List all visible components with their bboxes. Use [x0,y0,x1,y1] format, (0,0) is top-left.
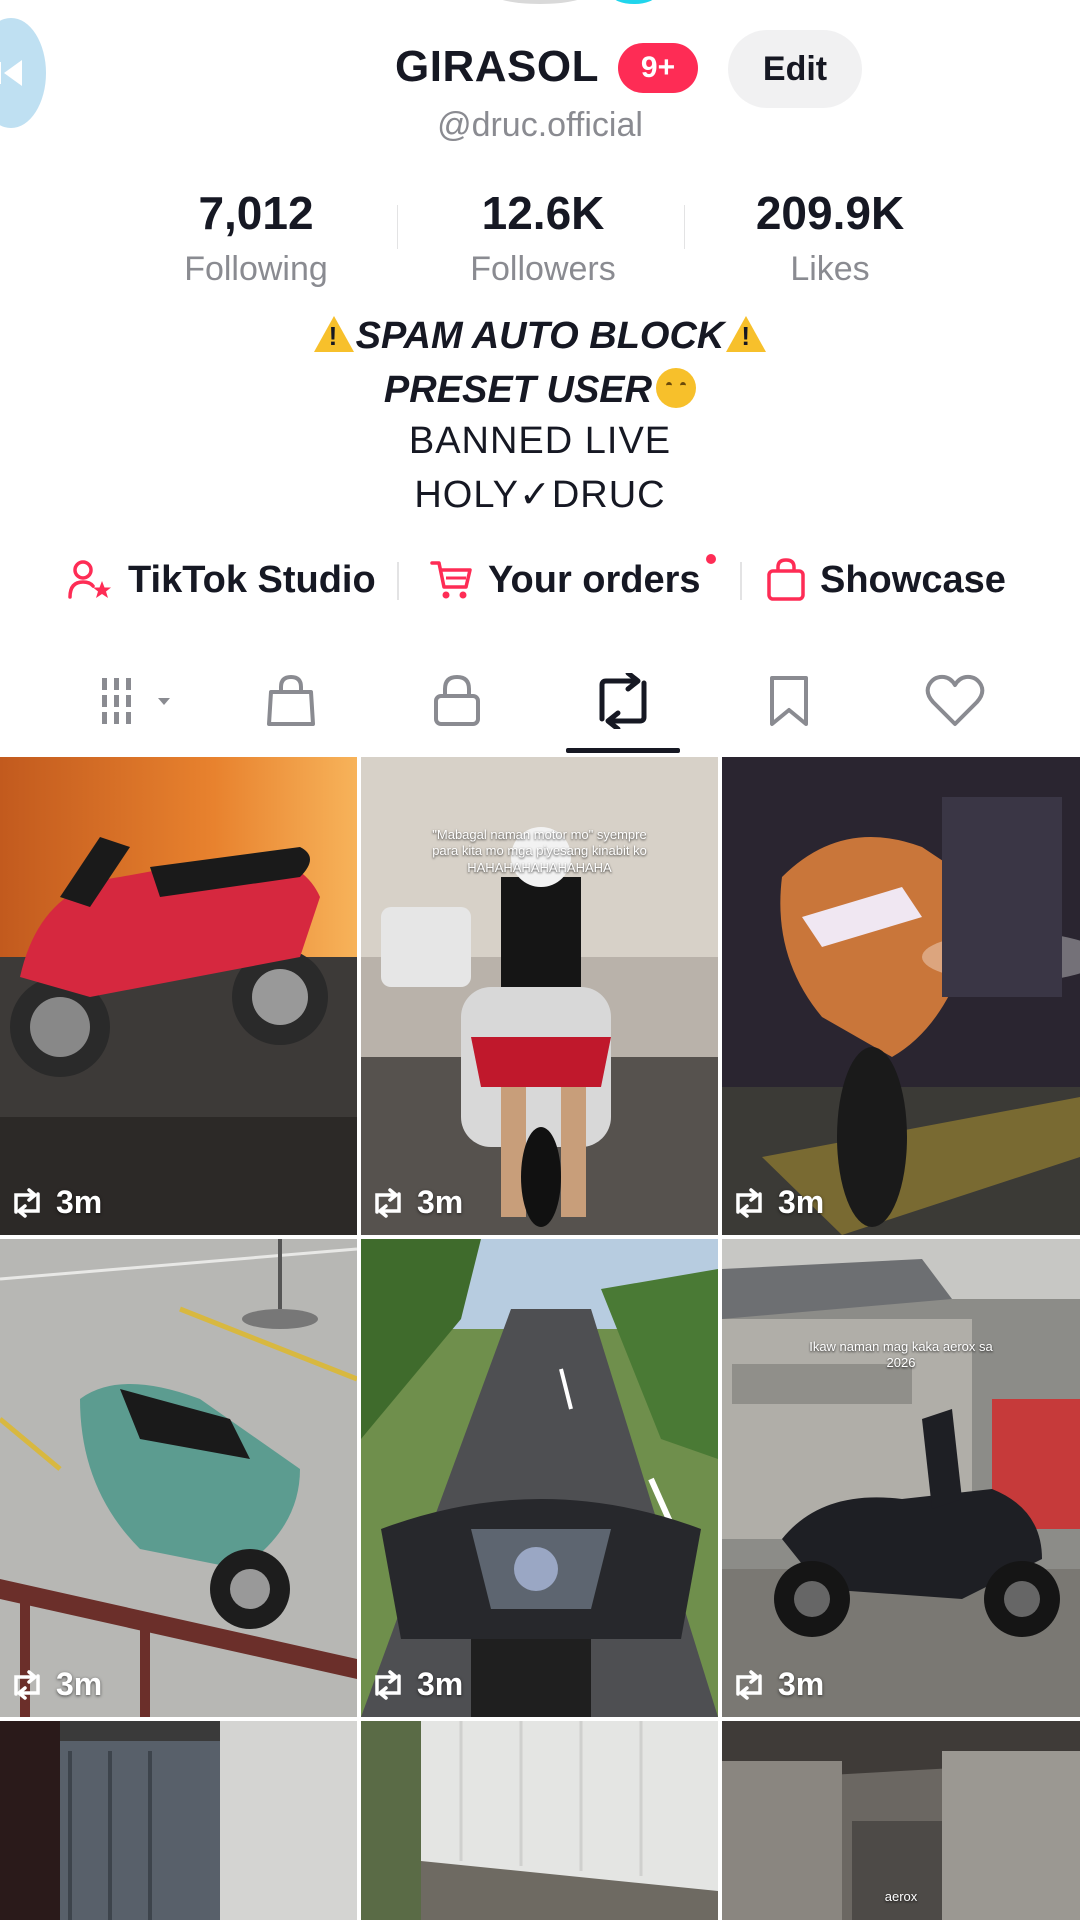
warning-icon [726,316,767,352]
edit-profile-button[interactable]: Edit [728,30,862,108]
skip-back-icon [0,60,22,86]
your-orders-link[interactable]: Your orders [430,552,701,608]
your-orders-label: Your orders [488,558,701,601]
repost-duration-label: 3m [778,1666,825,1702]
bag-icon [267,674,315,726]
stat-followers-label: Followers [470,250,616,288]
showcase-label: Showcase [820,558,1006,601]
video-thumbnail[interactable]: Ikaw naman mag kaka aerox sa 2026 3m [722,1239,1080,1717]
repost-duration: 3m [10,1666,102,1703]
profile-handle: @druc.official [437,106,643,144]
white-wall-image [361,1721,718,1920]
bio-line-1-text: SPAM AUTO BLOCK [355,315,725,357]
profile-name: GIRASOL [395,42,599,91]
red-scooter-image [0,757,357,1235]
video-thumbnail[interactable]: 3m [0,757,357,1235]
orange-scooter-night-image [722,757,1080,1235]
showcase-link[interactable]: Showcase [766,552,1006,608]
black-scooter-image [722,1239,1080,1717]
stat-following-value: 7,012 [198,187,314,239]
stat-likes-label: Likes [790,250,870,288]
kissing-face-emoji-icon [656,368,697,408]
tab-reposts[interactable] [578,666,668,736]
repost-duration-label: 3m [417,1184,464,1220]
stat-following[interactable]: 7,012 Following [116,190,396,289]
repost-duration-label: 3m [56,1184,103,1220]
video-thumbnail[interactable] [361,1721,718,1920]
lock-icon [434,674,480,726]
link-divider [397,562,399,600]
person-star-icon [68,560,111,599]
repost-duration-label: 3m [56,1666,103,1702]
garage-image [0,1721,357,1920]
teal-scooter-image [0,1239,357,1717]
bio-line-3: BANNED LIVE [408,420,672,462]
bio-line-1: SPAM AUTO BLOCK [0,315,1080,358]
heart-icon [925,674,985,726]
video-thumbnail[interactable]: aerox [722,1721,1080,1920]
repost-icon [375,1187,401,1218]
avatar-edge [490,0,590,4]
video-thumbnail[interactable]: "Mabagal naman motor mo" syempre para ki… [361,757,718,1235]
bookmark-icon [770,676,808,726]
road-dashboard-image [361,1239,718,1717]
repost-duration: 3m [732,1666,824,1703]
repost-icon [599,673,647,729]
stat-followers-value: 12.6K [481,187,605,239]
video-caption: "Mabagal naman motor mo" syempre para ki… [432,827,647,875]
tiktok-studio-label: TikTok Studio [128,558,376,601]
tab-private[interactable] [412,666,502,736]
repost-icon [14,1669,40,1700]
cart-icon [430,561,472,599]
repost-duration-label: 3m [778,1184,825,1220]
tab-favorites[interactable] [744,666,834,736]
repost-duration: 3m [732,1184,824,1221]
repost-icon [14,1187,40,1218]
video-thumbnail[interactable]: 3m [361,1239,718,1717]
grid-dropdown-icon [102,678,170,724]
link-divider [740,562,742,600]
repost-duration: 3m [371,1184,463,1221]
video-caption: Ikaw naman mag kaka aerox sa 2026 [809,1339,993,1371]
video-thumbnail[interactable] [0,1721,357,1920]
repost-duration: 3m [10,1184,102,1221]
shopping-bag-icon [767,558,805,601]
stat-likes-value: 209.9K [755,187,905,239]
repost-duration: 3m [371,1666,463,1703]
orders-notification-dot [706,554,716,564]
stat-divider [397,205,398,249]
repost-icon [736,1187,762,1218]
tiktok-studio-link[interactable]: TikTok Studio [68,552,376,608]
tab-shop[interactable] [246,666,336,736]
bio-line-2: PRESET USER [0,368,1080,412]
notification-badge[interactable]: 9+ [618,43,698,93]
active-tab-indicator [566,748,680,753]
stat-divider [684,205,685,249]
stat-following-label: Following [184,250,328,288]
stat-followers[interactable]: 12.6K Followers [403,190,683,289]
add-story-badge-edge [612,0,656,4]
video-caption: aerox [884,1889,918,1904]
repost-icon [375,1669,401,1700]
bio-line-2-text: PRESET USER [383,369,653,411]
repost-icon [736,1669,762,1700]
repost-duration-label: 3m [417,1666,464,1702]
tab-liked[interactable] [910,666,1000,736]
bio-line-4: HOLY✓DRUC [414,474,666,516]
tab-videos[interactable] [92,666,182,736]
warning-icon [313,316,354,352]
video-thumbnail[interactable]: 3m [722,757,1080,1235]
video-thumbnail[interactable]: 3m [0,1239,357,1717]
stat-likes[interactable]: 209.9K Likes [690,190,970,289]
